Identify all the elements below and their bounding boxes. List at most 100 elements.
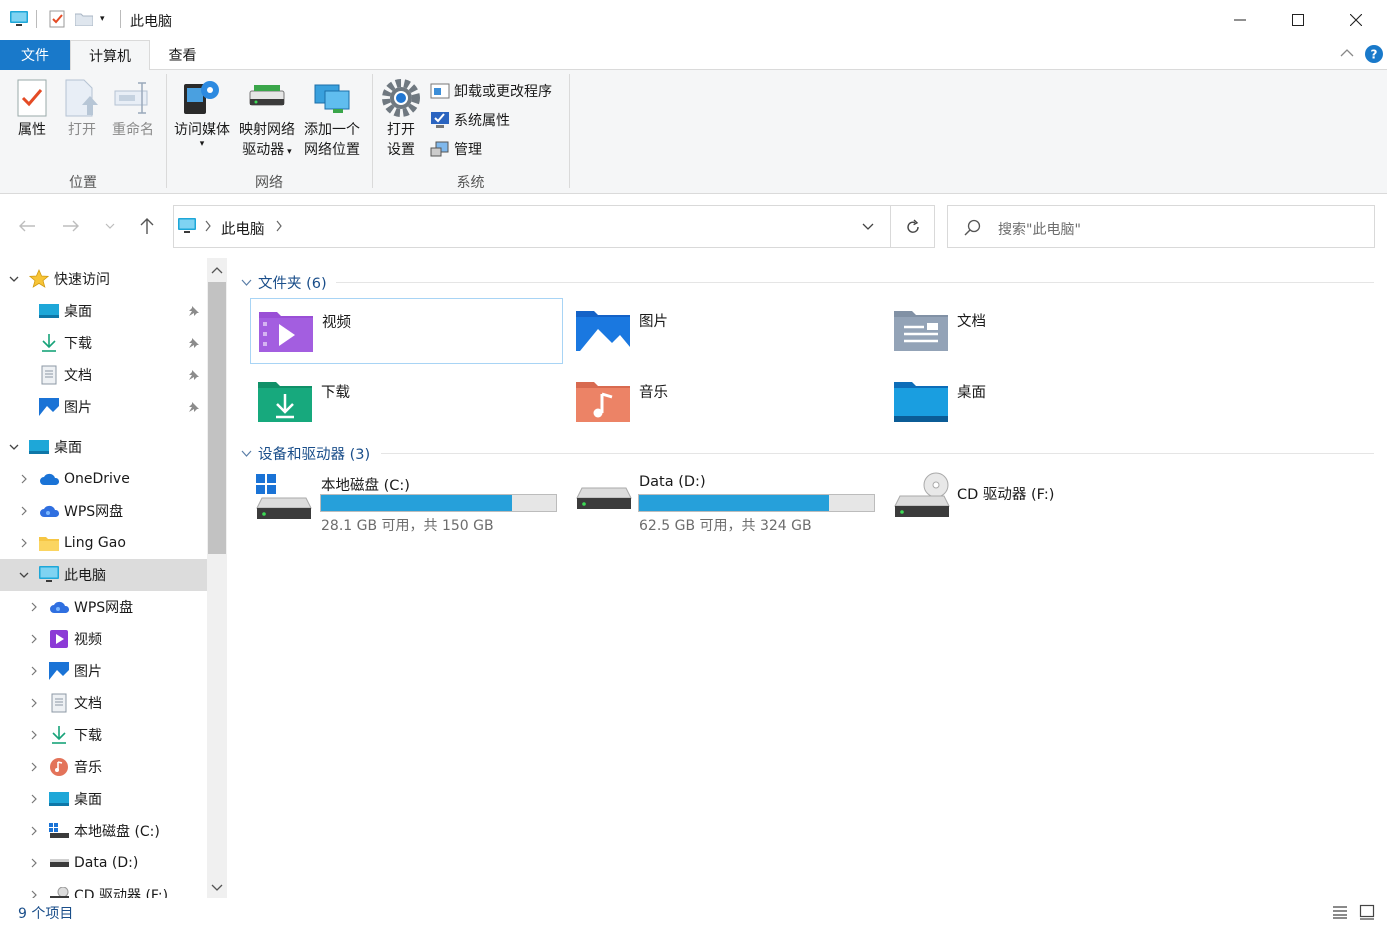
- nav-pc-videos[interactable]: 视频: [0, 623, 207, 655]
- properties-button[interactable]: 属性: [8, 78, 56, 140]
- recent-locations-button[interactable]: [105, 222, 115, 230]
- chevron-right-icon[interactable]: [29, 602, 39, 612]
- chevron-right-icon[interactable]: [29, 634, 39, 644]
- pin-icon[interactable]: [188, 337, 200, 349]
- chevron-down-icon[interactable]: [9, 442, 19, 452]
- nav-pc-pictures[interactable]: 图片: [0, 655, 207, 687]
- drives-section-header[interactable]: 设备和驱动器 (3): [241, 443, 370, 464]
- map-network-drive-button[interactable]: 映射网络 驱动器 ▾: [236, 78, 298, 162]
- chevron-down-icon: ▾: [284, 147, 292, 157]
- minimize-button[interactable]: [1211, 0, 1269, 40]
- nav-pc-drive-d[interactable]: Data (D:): [0, 847, 207, 879]
- scroll-up-icon[interactable]: [211, 266, 223, 274]
- chevron-right-icon[interactable]: [29, 698, 39, 708]
- new-folder-qat-icon[interactable]: [75, 12, 93, 26]
- chevron-right-icon[interactable]: [29, 826, 39, 836]
- scroll-down-icon[interactable]: [211, 884, 223, 892]
- chevron-right-icon[interactable]: [29, 762, 39, 772]
- qat-dropdown-icon[interactable]: ▾: [100, 14, 105, 24]
- back-button[interactable]: [18, 219, 36, 233]
- folder-tile-music[interactable]: 音乐: [568, 369, 881, 435]
- refresh-button[interactable]: [890, 205, 935, 248]
- nav-label: 本地磁盘 (C:): [74, 824, 160, 840]
- chevron-down-icon[interactable]: [9, 274, 19, 284]
- nav-pc-drive-c[interactable]: 本地磁盘 (C:): [0, 815, 207, 847]
- chevron-right-icon[interactable]: [29, 794, 39, 804]
- chevron-right-icon[interactable]: [29, 890, 39, 898]
- video-icon: [49, 629, 69, 649]
- drive-tile-f[interactable]: CD 驱动器 (F:): [886, 466, 1199, 536]
- qat-divider: [36, 10, 37, 28]
- nav-quick-desktop[interactable]: 桌面: [0, 295, 207, 327]
- maximize-button[interactable]: [1269, 0, 1327, 40]
- close-button[interactable]: [1327, 0, 1385, 40]
- add-network-location-button[interactable]: 添加一个 网络位置: [301, 78, 363, 160]
- chevron-right-icon[interactable]: [19, 506, 29, 516]
- nav-pc-documents[interactable]: 文档: [0, 687, 207, 719]
- large-icons-view-button[interactable]: [1359, 904, 1375, 920]
- open-settings-button[interactable]: 打开 设置: [378, 78, 424, 160]
- system-properties-button[interactable]: 系统属性: [430, 108, 510, 132]
- drive-tile-c[interactable]: 本地磁盘 (C:) 28.1 GB 可用，共 150 GB: [250, 466, 563, 536]
- nav-scrollbar[interactable]: [207, 258, 227, 898]
- folder-tile-pictures[interactable]: 图片: [568, 298, 881, 364]
- chevron-right-icon[interactable]: [19, 474, 29, 484]
- collapse-ribbon-icon[interactable]: [1340, 48, 1354, 58]
- details-view-button[interactable]: [1332, 905, 1348, 919]
- folder-tile-downloads[interactable]: 下载: [250, 369, 563, 435]
- properties-qat-icon[interactable]: [49, 10, 65, 28]
- help-icon[interactable]: ?: [1365, 45, 1383, 63]
- nav-pc-desktop[interactable]: 桌面: [0, 783, 207, 815]
- breadcrumb-this-pc[interactable]: 此电脑: [221, 218, 265, 239]
- breadcrumb-separator-icon[interactable]: [204, 220, 212, 232]
- programs-icon: [430, 83, 450, 99]
- uninstall-programs-button[interactable]: 卸载或更改程序: [430, 79, 552, 103]
- computer-icon[interactable]: [10, 11, 28, 27]
- nav-desktop[interactable]: 桌面: [0, 431, 207, 463]
- nav-quick-access[interactable]: 快速访问: [0, 263, 207, 295]
- pin-icon[interactable]: [188, 369, 200, 381]
- search-input[interactable]: 搜索"此电脑": [998, 219, 1081, 239]
- nav-this-pc[interactable]: 此电脑: [0, 559, 207, 591]
- nav-user-folder[interactable]: Ling Gao: [0, 527, 207, 559]
- nav-quick-documents[interactable]: 文档: [0, 359, 207, 391]
- folder-tile-videos[interactable]: 视频: [250, 298, 563, 364]
- nav-pc-downloads[interactable]: 下载: [0, 719, 207, 751]
- pin-icon[interactable]: [188, 401, 200, 413]
- nav-quick-pictures[interactable]: 图片: [0, 391, 207, 423]
- address-dropdown-button[interactable]: [862, 223, 874, 231]
- group-label-location: 位置: [69, 175, 97, 191]
- pin-icon[interactable]: [188, 305, 200, 317]
- rename-button[interactable]: 重命名: [106, 78, 160, 140]
- folder-tile-desktop[interactable]: 桌面: [886, 369, 1199, 435]
- up-button[interactable]: [139, 217, 155, 235]
- chevron-right-icon[interactable]: [19, 538, 29, 548]
- nav-pc-wps-drive[interactable]: WPS网盘: [0, 591, 207, 623]
- chevron-down-icon[interactable]: [19, 570, 29, 580]
- folder-tile-documents[interactable]: 文档: [886, 298, 1199, 364]
- tab-computer[interactable]: 计算机: [70, 40, 150, 71]
- nav-quick-downloads[interactable]: 下载: [0, 327, 207, 359]
- tab-file[interactable]: 文件: [0, 40, 70, 70]
- drive-space-info: 28.1 GB 可用，共 150 GB: [321, 518, 494, 534]
- chevron-right-icon[interactable]: [29, 858, 39, 868]
- open-button[interactable]: 打开: [58, 78, 106, 140]
- search-box[interactable]: 搜索"此电脑": [947, 205, 1375, 248]
- breadcrumb-separator-icon[interactable]: [275, 220, 283, 232]
- nav-onedrive[interactable]: OneDrive: [0, 463, 207, 495]
- tab-view[interactable]: 查看: [150, 40, 215, 70]
- system-properties-icon: [431, 112, 449, 128]
- access-media-button[interactable]: 访问媒体 ▾: [171, 78, 233, 149]
- scrollbar-thumb[interactable]: [208, 282, 226, 554]
- chevron-right-icon[interactable]: [29, 730, 39, 740]
- nav-wps-drive[interactable]: WPS网盘: [0, 495, 207, 527]
- nav-pc-music[interactable]: 音乐: [0, 751, 207, 783]
- drive-name: Data (D:): [639, 474, 706, 490]
- drive-tile-d[interactable]: Data (D:) 62.5 GB 可用，共 324 GB: [568, 466, 881, 536]
- chevron-right-icon[interactable]: [29, 666, 39, 676]
- address-bar[interactable]: 此电脑: [173, 205, 891, 248]
- folders-section-header[interactable]: 文件夹 (6): [241, 272, 327, 293]
- nav-pc-drive-f[interactable]: CD 驱动器 (F:): [0, 879, 207, 898]
- manage-button[interactable]: 管理: [430, 137, 482, 161]
- forward-button[interactable]: [62, 219, 80, 233]
